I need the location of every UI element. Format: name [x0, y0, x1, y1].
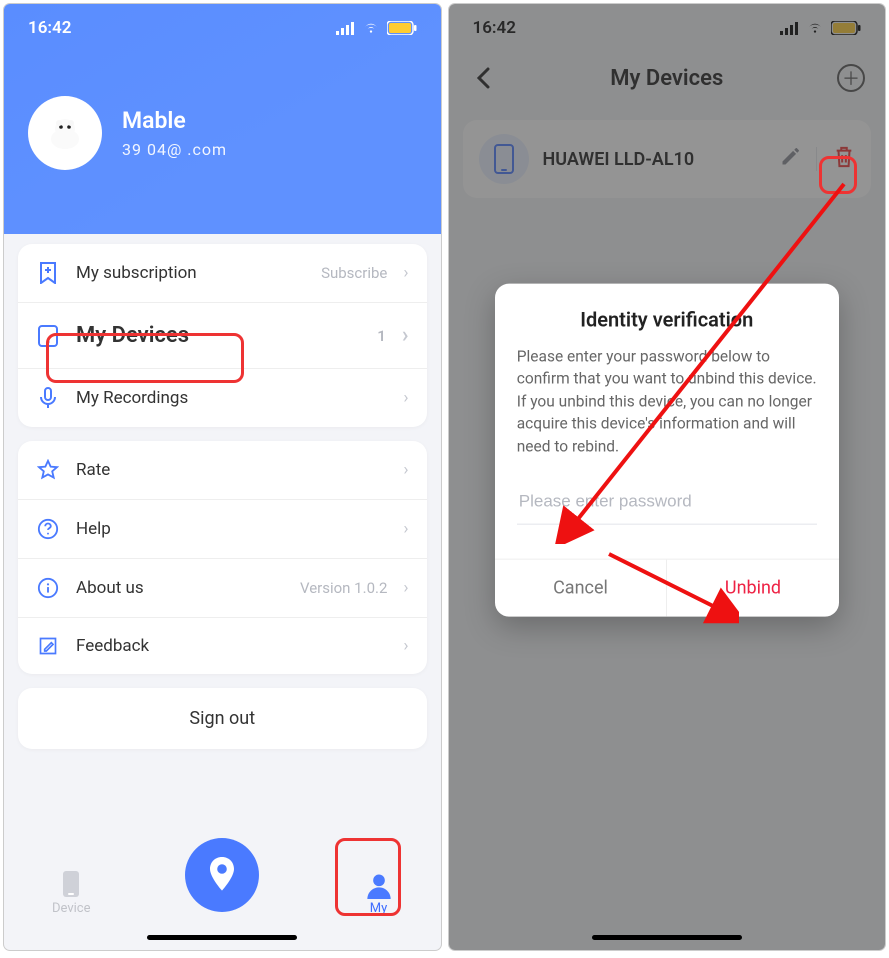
menu-label: My Recordings	[76, 388, 387, 408]
menu-label: Help	[76, 519, 387, 539]
bookmark-plus-icon	[38, 262, 58, 284]
devices-count: 1	[377, 327, 386, 345]
subscription-action: Subscribe	[321, 264, 387, 282]
menu-my-devices[interactable]: My Devices 1 ›	[18, 302, 427, 368]
battery-icon	[387, 21, 417, 35]
sign-out-button[interactable]: Sign out	[18, 688, 427, 749]
home-indicator	[592, 935, 742, 940]
tab-my[interactable]: My	[365, 871, 393, 916]
chevron-right-icon: ›	[403, 388, 408, 408]
mic-icon	[38, 387, 58, 409]
chevron-right-icon: ›	[402, 323, 409, 348]
tab-label: Device	[52, 901, 91, 916]
tab-device[interactable]: Device	[52, 869, 91, 916]
menu-feedback[interactable]: Feedback ›	[18, 617, 427, 674]
menu-rate[interactable]: Rate ›	[18, 441, 427, 499]
tablet-icon	[36, 324, 60, 348]
menu-subscription[interactable]: My subscription Subscribe ›	[18, 244, 427, 302]
avatar[interactable]	[28, 96, 102, 170]
unbind-button[interactable]: Unbind	[667, 560, 839, 617]
chevron-right-icon: ›	[403, 460, 408, 480]
menu-label: Feedback	[76, 636, 387, 656]
person-icon	[365, 871, 393, 899]
menu-label: Rate	[76, 460, 387, 480]
home-indicator	[147, 935, 297, 940]
phone-icon	[59, 869, 83, 899]
wifi-icon	[361, 21, 381, 35]
menu-help[interactable]: Help ›	[18, 499, 427, 558]
status-icons	[335, 21, 417, 35]
status-bar: 16:42	[28, 4, 417, 52]
password-input[interactable]	[517, 480, 817, 525]
chevron-right-icon: ›	[403, 263, 408, 283]
menu-about[interactable]: About us Version 1.0.2 ›	[18, 558, 427, 617]
profile-name: Mable	[122, 107, 227, 134]
tab-bar: Device My	[4, 830, 441, 950]
screen-my-devices: 16:42 My Devices ＋ HUAWEI LLD-AL10	[449, 4, 886, 950]
version-text: Version 1.0.2	[300, 579, 387, 597]
star-icon	[37, 459, 59, 481]
settings-content: My subscription Subscribe › My Devices 1…	[4, 234, 441, 757]
tab-locate[interactable]	[185, 838, 259, 912]
menu-label: My subscription	[76, 263, 305, 283]
signal-icon	[335, 21, 355, 35]
chevron-right-icon: ›	[403, 578, 408, 598]
identity-verification-dialog: Identity verification Please enter your …	[495, 284, 839, 617]
profile-email: 39 04@ .com	[122, 140, 227, 159]
dialog-message: Please enter your password below to conf…	[517, 346, 817, 458]
info-icon	[37, 577, 59, 599]
edit-icon	[38, 636, 58, 656]
dialog-title: Identity verification	[517, 308, 817, 332]
tab-label: My	[370, 901, 388, 916]
clock: 16:42	[28, 18, 71, 38]
profile-header: 16:42 Mable 39 04@ .com	[4, 4, 441, 234]
cancel-button[interactable]: Cancel	[495, 560, 668, 617]
screen-my-page: 16:42 Mable 39 04@ .com My subscription …	[4, 4, 441, 950]
menu-label: My Devices	[76, 323, 361, 348]
profile-row[interactable]: Mable 39 04@ .com	[28, 96, 417, 170]
chevron-right-icon: ›	[403, 636, 408, 656]
chevron-right-icon: ›	[403, 519, 408, 539]
location-pin-icon	[207, 857, 237, 893]
menu-recordings[interactable]: My Recordings ›	[18, 368, 427, 427]
help-icon	[37, 518, 59, 540]
menu-label: About us	[76, 578, 284, 598]
